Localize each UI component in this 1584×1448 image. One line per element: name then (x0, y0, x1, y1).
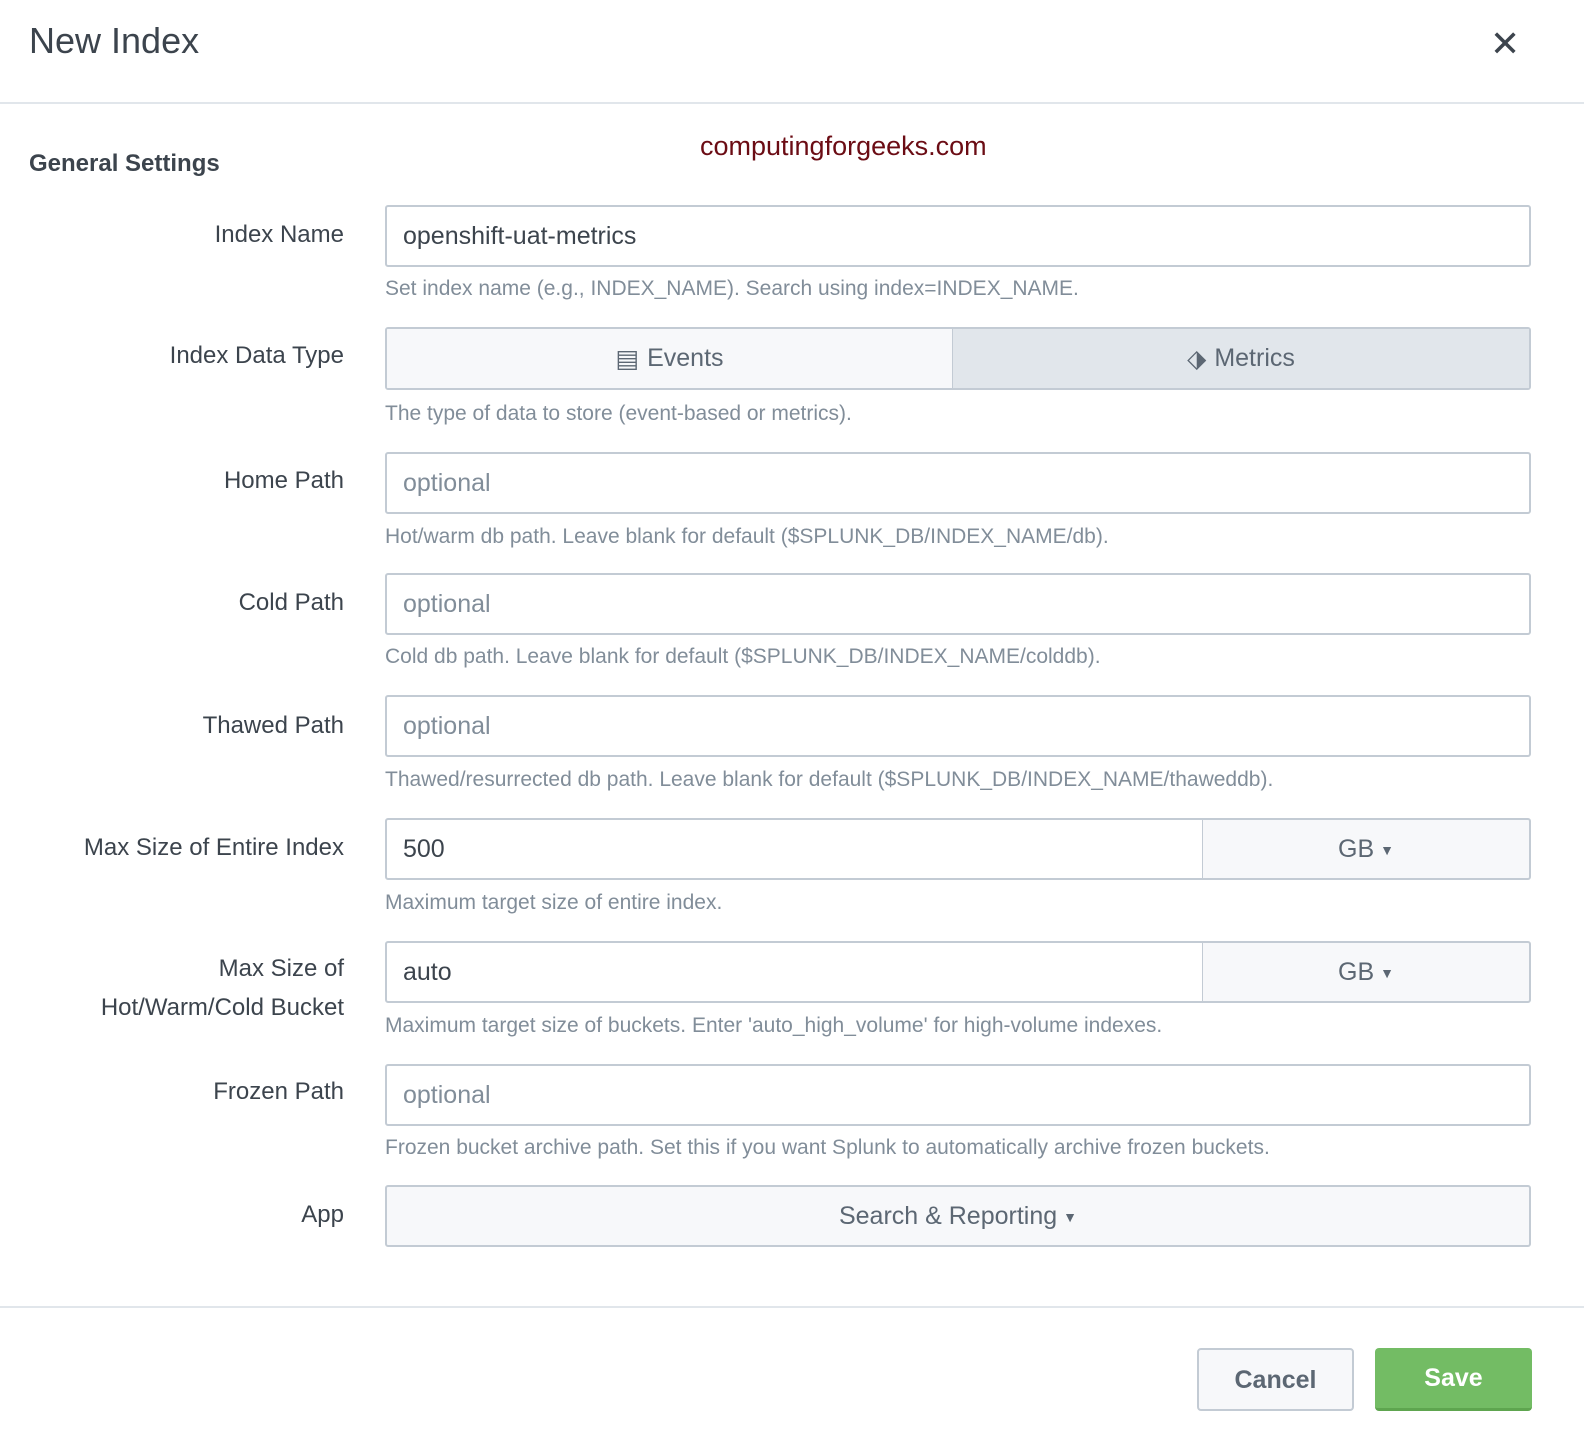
document-icon: ▤ (615, 344, 640, 373)
save-button[interactable]: Save (1375, 1348, 1532, 1411)
bucket-size-label-line2: Hot/Warm/Cold Bucket (100, 994, 344, 1021)
index-name-help: Set index name (e.g., INDEX_NAME). Searc… (385, 277, 1079, 300)
app-label: App (301, 1201, 344, 1228)
caret-down-icon: ▼ (1380, 965, 1394, 982)
unit-label: GB (1338, 835, 1375, 863)
max-size-unit-dropdown[interactable]: GB ▼ (1202, 818, 1531, 880)
home-path-label: Home Path (223, 467, 344, 494)
frozen-path-label: Frozen Path (213, 1078, 344, 1105)
unit-label: GB (1338, 958, 1375, 986)
ruler-icon: ⬗ (1187, 344, 1207, 373)
cancel-button[interactable]: Cancel (1197, 1348, 1354, 1411)
frozen-path-input[interactable]: optional (385, 1064, 1531, 1126)
home-path-input[interactable]: optional (385, 452, 1531, 514)
index-name-label: Index Name (214, 221, 344, 248)
data-type-events-button[interactable]: ▤ Events (387, 329, 953, 388)
bucket-size-input[interactable]: auto (385, 941, 1204, 1003)
footer-divider (0, 1306, 1584, 1308)
data-type-help: The type of data to store (event-based o… (385, 402, 852, 425)
dialog-title: New Index (29, 20, 200, 61)
caret-down-icon: ▼ (1063, 1209, 1078, 1226)
thawed-path-label: Thawed Path (202, 712, 344, 739)
app-value: Search & Reporting (838, 1202, 1058, 1230)
frozen-path-help: Frozen bucket archive path. Set this if … (385, 1136, 1270, 1159)
watermark: computingforgeeks.com (700, 131, 987, 161)
cold-path-input[interactable]: optional (385, 573, 1531, 635)
events-label: Events (647, 344, 724, 372)
bucket-size-label-line1: Max Size of (218, 955, 344, 982)
home-path-help: Hot/warm db path. Leave blank for defaul… (385, 525, 1109, 548)
app-dropdown[interactable]: Search & Reporting ▼ (385, 1185, 1531, 1247)
cold-path-label: Cold Path (238, 589, 344, 616)
max-size-help: Maximum target size of entire index. (385, 891, 723, 914)
data-type-metrics-button[interactable]: ⬗ Metrics (953, 329, 1529, 388)
caret-down-icon: ▼ (1380, 842, 1394, 859)
index-name-input[interactable]: openshift-uat-metrics (385, 205, 1531, 267)
bucket-size-help: Maximum target size of buckets. Enter 'a… (385, 1014, 1163, 1037)
section-title: General Settings (29, 150, 220, 177)
thawed-path-input[interactable]: optional (385, 695, 1531, 757)
bucket-size-unit-dropdown[interactable]: GB ▼ (1202, 941, 1531, 1003)
cold-path-help: Cold db path. Leave blank for default ($… (385, 645, 1101, 668)
max-size-label: Max Size of Entire Index (83, 834, 344, 861)
header-divider (0, 102, 1584, 104)
metrics-label: Metrics (1214, 344, 1295, 372)
data-type-label: Index Data Type (169, 342, 344, 369)
max-size-input[interactable]: 500 (385, 818, 1204, 880)
thawed-path-help: Thawed/resurrected db path. Leave blank … (385, 768, 1274, 791)
data-type-toggle: ▤ Events ⬗ Metrics (385, 327, 1531, 390)
close-icon[interactable]: ✕ (1490, 24, 1520, 64)
